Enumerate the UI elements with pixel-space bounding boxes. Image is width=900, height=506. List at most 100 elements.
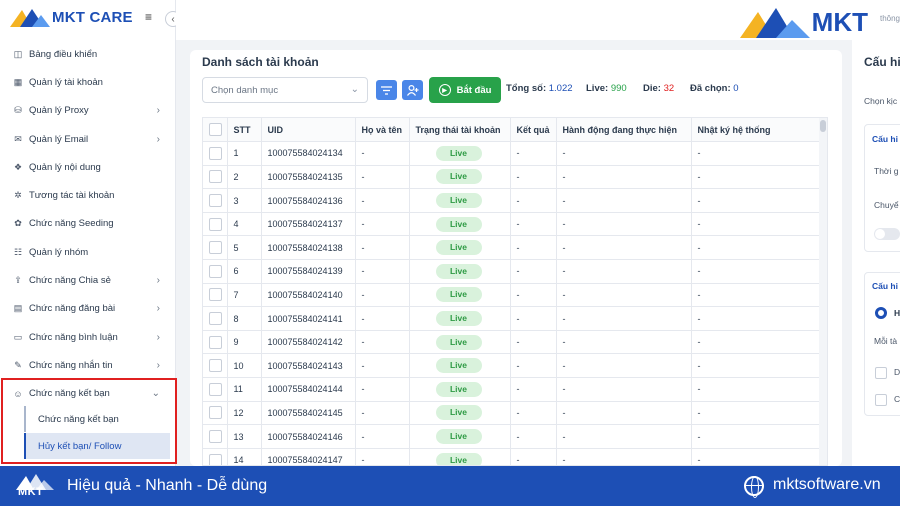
table-row[interactable]: 7 100075584024140- Live - - - (203, 283, 820, 308)
sidebar-item-label: Chức năng nhắn tin (29, 359, 113, 371)
row-checkbox[interactable] (209, 430, 222, 444)
row-checkbox[interactable] (209, 241, 222, 255)
row-select-cell[interactable] (203, 377, 228, 402)
row-checkbox[interactable] (209, 453, 222, 465)
submenu-item-ket-ban[interactable]: Chức năng kết bạn (24, 406, 170, 432)
column-header[interactable]: Hành động đang thực hiện (556, 118, 692, 143)
start-button[interactable]: ▶ Bắt đầu (429, 77, 501, 103)
sidebar-item[interactable]: ⛁ Quản lý Proxy › (0, 97, 176, 125)
sidebar-item[interactable]: ✉ Quản lý Email › (0, 125, 176, 153)
select-all-cell[interactable] (203, 118, 228, 143)
table-row[interactable]: 10 100075584024143- Live - - - (203, 353, 820, 379)
row-select-cell[interactable] (203, 330, 228, 355)
row-checkbox[interactable] (209, 406, 222, 420)
column-header[interactable]: UID (261, 118, 356, 143)
table-row[interactable]: 6 100075584024139- Live - - - (203, 259, 820, 284)
config-checkbox-2[interactable] (875, 394, 887, 406)
stat-selected: Đã chọn: 0 (690, 83, 739, 94)
table-scrollbar[interactable] (819, 118, 827, 465)
config-check-1-label: D (894, 367, 900, 377)
table-row[interactable]: 11 100075584024144- Live - - - (203, 377, 820, 402)
row-action: - (556, 259, 692, 284)
script-select-label: Chọn kịc (864, 96, 898, 106)
table-row[interactable]: 5 100075584024138- Live - - - (203, 235, 820, 261)
config-box-2-line: Mỗi tà (874, 336, 898, 346)
table-row[interactable]: 3 100075584024136- Live - - - (203, 188, 820, 213)
sidebar-item[interactable]: ▭ Chức năng bình luận › (0, 323, 176, 351)
row-name: - (355, 188, 410, 213)
row-checkbox[interactable] (209, 217, 222, 231)
banner-website[interactable]: mktsoftware.vn (773, 476, 881, 494)
sidebar-item[interactable]: ✎ Chức năng nhắn tin › (0, 351, 176, 379)
topbar: MKT thông (176, 0, 900, 40)
row-uid: 100075584024145 (261, 401, 356, 426)
row-select-cell[interactable] (203, 353, 228, 379)
column-header[interactable]: Nhật ký hệ thống (691, 118, 820, 143)
table-row[interactable]: 12 100075584024145- Live - - - (203, 401, 820, 426)
sidebar-item-label: Chức năng đăng bài (29, 303, 116, 315)
row-checkbox[interactable] (209, 335, 222, 349)
table-scrollbar-thumb[interactable] (820, 120, 826, 132)
row-log: - (691, 235, 820, 261)
table-row[interactable]: 4 100075584024137- Live - - - (203, 212, 820, 237)
row-select-cell[interactable] (203, 188, 228, 213)
column-header[interactable]: Họ và tên (355, 118, 410, 143)
row-checkbox[interactable] (209, 170, 222, 184)
row-result: - (510, 188, 557, 213)
row-checkbox[interactable] (209, 264, 222, 278)
config-check-2-label: C (894, 394, 900, 404)
column-header[interactable]: Kết quả (510, 118, 557, 143)
column-header[interactable]: STT (227, 118, 262, 143)
sidebar-item[interactable]: ⇪ Chức năng Chia sẻ › (0, 266, 176, 294)
select-accounts-button[interactable] (402, 80, 423, 100)
row-select-cell[interactable] (203, 165, 228, 190)
row-select-cell[interactable] (203, 401, 228, 426)
row-name: - (355, 353, 410, 379)
row-select-cell[interactable] (203, 259, 228, 284)
sidebar-item[interactable]: ▤ Chức năng đăng bài › (0, 295, 176, 323)
row-select-cell[interactable] (203, 235, 228, 261)
config-checkbox-1[interactable] (875, 367, 887, 379)
table-row[interactable]: 2 100075584024135- Live - - - (203, 165, 820, 190)
table-row[interactable]: 14 100075584024147- Live - - - (203, 448, 820, 465)
sidebar-item[interactable]: ❖ Quản lý nội dung (0, 153, 176, 181)
select-all-checkbox[interactable] (209, 123, 222, 137)
column-header[interactable]: Trạng thái tài khoản (409, 118, 511, 143)
sidebar-item[interactable]: ☷ Quản lý nhóm (0, 238, 176, 266)
sidebar-item[interactable]: ✿ Chức năng Seeding (0, 210, 176, 238)
row-select-cell[interactable] (203, 306, 228, 331)
row-select-cell[interactable] (203, 424, 228, 449)
status-badge: Live (435, 311, 482, 327)
stat-selected-label: Đã chọn: (690, 83, 731, 94)
row-uid: 100075584024141 (261, 306, 356, 331)
table-row[interactable]: 13 100075584024146- Live - - - (203, 424, 820, 449)
sidebar-item[interactable]: ▦ Quản lý tài khoản (0, 68, 176, 96)
sidebar-item[interactable]: ◫ Bảng điều khiển (0, 40, 176, 68)
sidebar-item[interactable]: ✲ Tương tác tài khoản (0, 181, 176, 209)
table-row[interactable]: 1 100075584024134- Live - - - (203, 141, 820, 166)
row-select-cell[interactable] (203, 283, 228, 308)
row-status: Live (409, 306, 511, 331)
row-checkbox[interactable] (209, 146, 222, 160)
row-uid: 100075584024136 (261, 188, 356, 213)
category-select[interactable]: Chọn danh mục ⌄ (202, 77, 368, 103)
table-row[interactable]: 8 100075584024141- Live - - - (203, 306, 820, 331)
row-log: - (691, 306, 820, 331)
row-select-cell[interactable] (203, 141, 228, 166)
row-checkbox[interactable] (209, 359, 222, 373)
row-checkbox[interactable] (209, 194, 222, 208)
table-row[interactable]: 9 100075584024142- Live - - - (203, 330, 820, 355)
submenu-item-huy-ket-ban[interactable]: Hủy kết bạn/ Follow (24, 433, 170, 459)
config-toggle[interactable] (874, 228, 900, 240)
row-select-cell[interactable] (203, 212, 228, 237)
row-checkbox[interactable] (209, 288, 222, 302)
row-select-cell[interactable] (203, 448, 228, 465)
config-radio-label: H (894, 308, 900, 318)
row-checkbox[interactable] (209, 312, 222, 326)
hamburger-icon[interactable]: ≡ (145, 10, 152, 24)
brand-logo[interactable]: MKT CARE (10, 6, 133, 28)
status-badge: Live (435, 334, 482, 350)
row-checkbox[interactable] (209, 382, 222, 396)
config-radio[interactable] (875, 307, 887, 319)
filter-button[interactable] (376, 80, 397, 100)
